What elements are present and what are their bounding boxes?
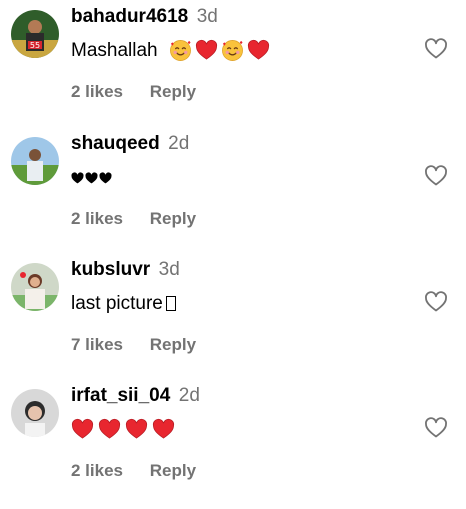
reply-button[interactable]: Reply bbox=[150, 209, 196, 229]
missing-glyph-box-icon bbox=[165, 296, 176, 311]
avatar[interactable] bbox=[11, 263, 59, 311]
comment-text: last picture bbox=[71, 289, 176, 319]
red-heart-icon bbox=[98, 418, 121, 441]
like-button[interactable] bbox=[424, 416, 448, 440]
comment-header: irfat_sii_04 2d bbox=[71, 385, 200, 413]
timestamp: 3d bbox=[158, 259, 180, 280]
like-button[interactable] bbox=[424, 290, 448, 314]
username[interactable]: kubsluvr bbox=[71, 259, 150, 280]
comment-actions: 2 likes Reply bbox=[71, 209, 196, 229]
avatar-image bbox=[11, 137, 59, 185]
heart-outline-icon bbox=[425, 165, 447, 186]
likes-count[interactable]: 2 likes bbox=[71, 461, 123, 481]
avatar[interactable] bbox=[11, 137, 59, 185]
avatar[interactable]: 55 bbox=[11, 10, 59, 58]
avatar-image: 55 bbox=[11, 10, 59, 58]
red-heart-icon bbox=[125, 418, 148, 441]
black-heart-icon bbox=[71, 172, 84, 184]
like-button[interactable] bbox=[424, 164, 448, 188]
comment-header: kubsluvr 3d bbox=[71, 259, 180, 287]
like-button[interactable] bbox=[424, 37, 448, 61]
comment-actions: 7 likes Reply bbox=[71, 335, 196, 355]
comment-text-body: Mashallah bbox=[71, 40, 158, 61]
reply-button[interactable]: Reply bbox=[150, 335, 196, 355]
timestamp: 2d bbox=[178, 385, 200, 406]
comment-item: kubsluvr 3d last picture 7 likes Reply bbox=[0, 259, 466, 383]
avatar[interactable] bbox=[11, 389, 59, 437]
username[interactable]: bahadur4618 bbox=[71, 6, 188, 27]
username[interactable]: shauqeed bbox=[71, 133, 160, 154]
username[interactable]: irfat_sii_04 bbox=[71, 385, 170, 406]
svg-text:55: 55 bbox=[30, 41, 40, 50]
smiling-face-with-hearts-icon bbox=[169, 39, 192, 62]
comment-item: shauqeed 2d 2 likes Reply bbox=[0, 133, 466, 257]
reply-button[interactable]: Reply bbox=[150, 82, 196, 102]
comment-header: bahadur4618 3d bbox=[71, 6, 218, 34]
timestamp: 3d bbox=[196, 6, 218, 27]
likes-count[interactable]: 2 likes bbox=[71, 82, 123, 102]
comment-actions: 2 likes Reply bbox=[71, 461, 196, 481]
heart-outline-icon bbox=[425, 417, 447, 438]
comment-text bbox=[71, 415, 178, 445]
timestamp: 2d bbox=[168, 133, 190, 154]
red-heart-icon bbox=[71, 418, 94, 441]
likes-count[interactable]: 7 likes bbox=[71, 335, 123, 355]
red-heart-icon bbox=[195, 39, 218, 62]
smiling-face-with-hearts-icon bbox=[221, 39, 244, 62]
comment-item: 55 bahadur4618 3d Mashallah 2 likes Repl… bbox=[0, 6, 466, 130]
comment-text-body: last picture bbox=[71, 293, 163, 314]
comment-text: Mashallah bbox=[71, 36, 273, 66]
comment-actions: 2 likes Reply bbox=[71, 82, 196, 102]
heart-outline-icon bbox=[425, 38, 447, 59]
black-heart-icon bbox=[85, 172, 98, 184]
comment-header: shauqeed 2d bbox=[71, 133, 189, 161]
avatar-image bbox=[11, 389, 59, 437]
reply-button[interactable]: Reply bbox=[150, 461, 196, 481]
black-heart-icon bbox=[99, 172, 112, 184]
red-heart-icon bbox=[247, 39, 270, 62]
avatar-image bbox=[11, 263, 59, 311]
comment-text bbox=[71, 163, 113, 193]
red-heart-icon bbox=[152, 418, 175, 441]
likes-count[interactable]: 2 likes bbox=[71, 209, 123, 229]
comment-item: irfat_sii_04 2d 2 likes Reply bbox=[0, 385, 466, 509]
heart-outline-icon bbox=[425, 291, 447, 312]
